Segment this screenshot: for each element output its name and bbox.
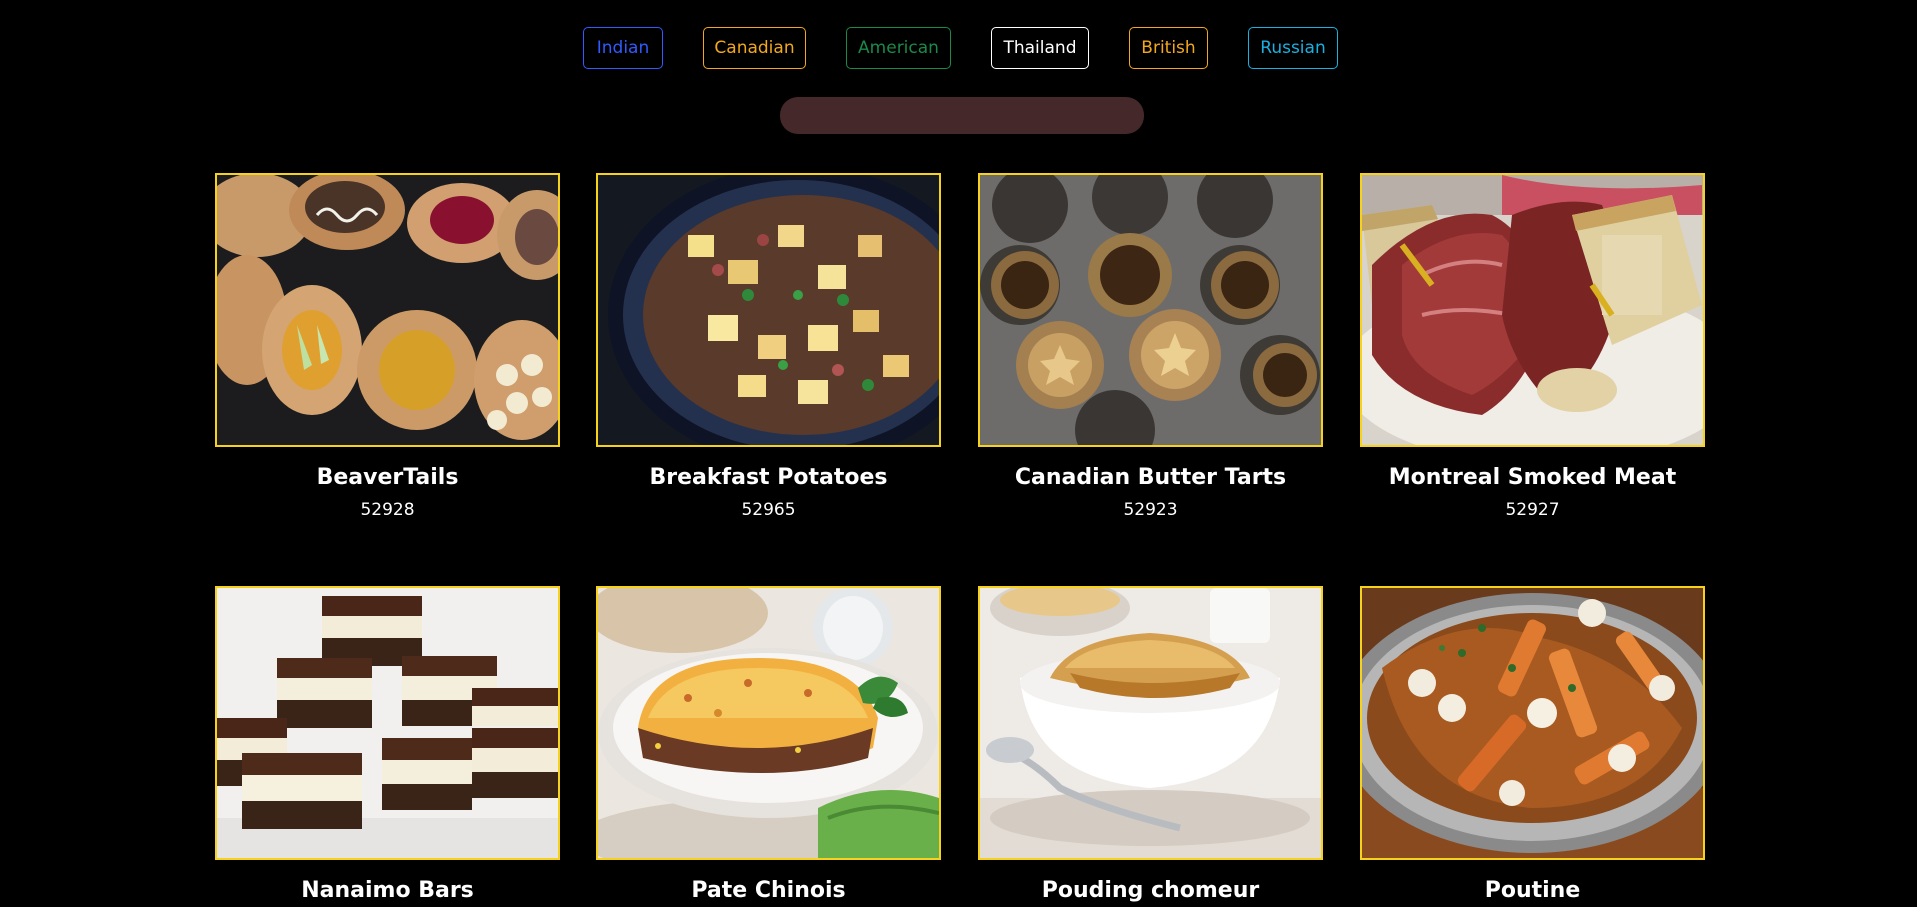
meal-photo[interactable]	[1360, 173, 1705, 447]
meal-card[interactable]: Pate Chinois	[596, 586, 941, 907]
page: Indian Canadian American Thailand Britis…	[0, 0, 1917, 907]
meal-card[interactable]: Montreal Smoked Meat 52927	[1360, 173, 1705, 520]
meal-photo[interactable]	[596, 173, 941, 447]
meal-name: Poutine	[1484, 878, 1581, 903]
meal-photo[interactable]	[215, 586, 560, 860]
meal-grid: BeaverTails 52928 Breakfast Potatoes 529…	[0, 0, 1917, 907]
meal-photo[interactable]	[215, 173, 560, 447]
meal-card[interactable]: Canadian Butter Tarts 52923	[978, 173, 1323, 520]
meal-photo[interactable]	[596, 586, 941, 860]
smoked-meat-image	[1362, 175, 1703, 445]
meal-name: Breakfast Potatoes	[649, 465, 888, 490]
meal-name: Nanaimo Bars	[301, 878, 474, 903]
meal-id: 52927	[1505, 500, 1560, 520]
meal-card[interactable]: Poutine	[1360, 586, 1705, 907]
meal-name: Pouding chomeur	[1041, 878, 1260, 903]
nanaimo-bars-image	[217, 588, 558, 858]
poutine-image	[1362, 588, 1703, 858]
breakfast-potatoes-image	[598, 175, 939, 445]
meal-photo[interactable]	[978, 173, 1323, 447]
beavertails-image	[217, 175, 558, 445]
meal-name: BeaverTails	[316, 465, 459, 490]
butter-tarts-image	[980, 175, 1321, 445]
meal-name: Montreal Smoked Meat	[1388, 465, 1677, 490]
pouding-chomeur-image	[980, 588, 1321, 858]
meal-id: 52965	[741, 500, 796, 520]
meal-card[interactable]: Breakfast Potatoes 52965	[596, 173, 941, 520]
meal-card[interactable]: BeaverTails 52928	[215, 173, 560, 520]
meal-id: 52923	[1123, 500, 1178, 520]
meal-id: 52928	[360, 500, 415, 520]
meal-name: Pate Chinois	[691, 878, 846, 903]
pate-chinois-image	[598, 588, 939, 858]
meal-photo[interactable]	[1360, 586, 1705, 860]
meal-name: Canadian Butter Tarts	[1014, 465, 1287, 490]
meal-photo[interactable]	[978, 586, 1323, 860]
meal-card[interactable]: Pouding chomeur	[978, 586, 1323, 907]
meal-card[interactable]: Nanaimo Bars	[215, 586, 560, 907]
